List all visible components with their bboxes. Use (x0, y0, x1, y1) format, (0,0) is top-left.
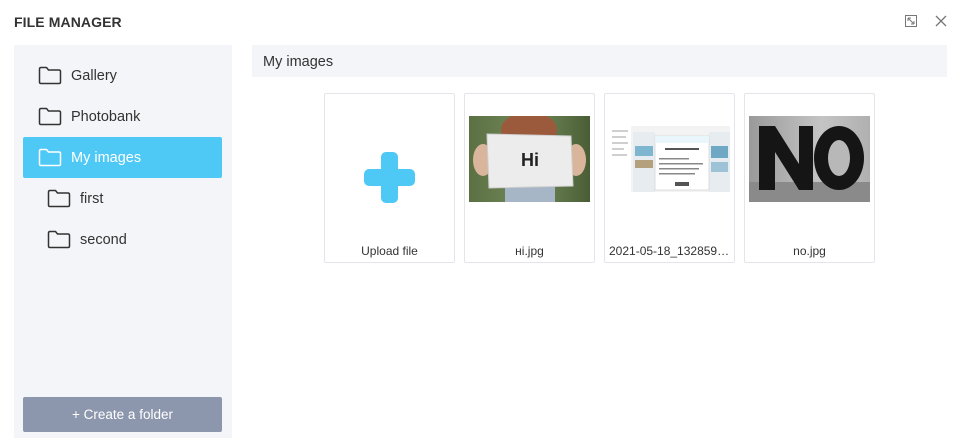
folder-label: Gallery (71, 67, 117, 84)
upload-file-label: Upload file (361, 244, 418, 258)
dialog-header: FILE MANAGER (0, 0, 959, 44)
file-card[interactable]: Hi ні.jpg (464, 93, 595, 263)
folder-icon (47, 230, 71, 249)
create-folder-button[interactable]: + Create a folder (23, 397, 222, 432)
current-folder-bar: My images (252, 45, 947, 77)
upload-file-card[interactable]: Upload file (324, 93, 455, 263)
folder-sidebar: Gallery Photobank My images first second… (14, 45, 232, 438)
folder-label: My images (71, 149, 142, 166)
folder-label: second (80, 231, 127, 248)
file-card[interactable]: no.jpg (744, 93, 875, 263)
folder-label: first (80, 190, 104, 207)
expand-icon[interactable] (904, 14, 918, 28)
plus-icon (364, 152, 415, 203)
folder-my-images[interactable]: My images (23, 137, 222, 178)
folder-icon (38, 66, 62, 85)
folder-photobank[interactable]: Photobank (23, 96, 222, 137)
image-thumbnail: Hi (469, 116, 590, 202)
file-name: ні.jpg (515, 244, 544, 258)
folder-label: Photobank (71, 108, 141, 125)
svg-text:Hi: Hi (521, 150, 539, 170)
folder-gallery[interactable]: Gallery (23, 55, 222, 96)
folder-first[interactable]: first (33, 178, 222, 219)
file-name: 2021-05-18_132859.... (609, 244, 731, 258)
file-card[interactable]: 2021-05-18_132859.... (604, 93, 735, 263)
folder-icon (47, 189, 71, 208)
folder-icon (38, 148, 62, 167)
file-name: no.jpg (793, 244, 826, 258)
folder-icon (38, 107, 62, 126)
image-thumbnail (749, 116, 870, 202)
folder-second[interactable]: second (33, 219, 222, 260)
image-thumbnail (609, 116, 730, 202)
close-icon[interactable] (934, 14, 948, 28)
dialog-title: FILE MANAGER (14, 14, 122, 30)
current-folder-title: My images (263, 54, 334, 70)
